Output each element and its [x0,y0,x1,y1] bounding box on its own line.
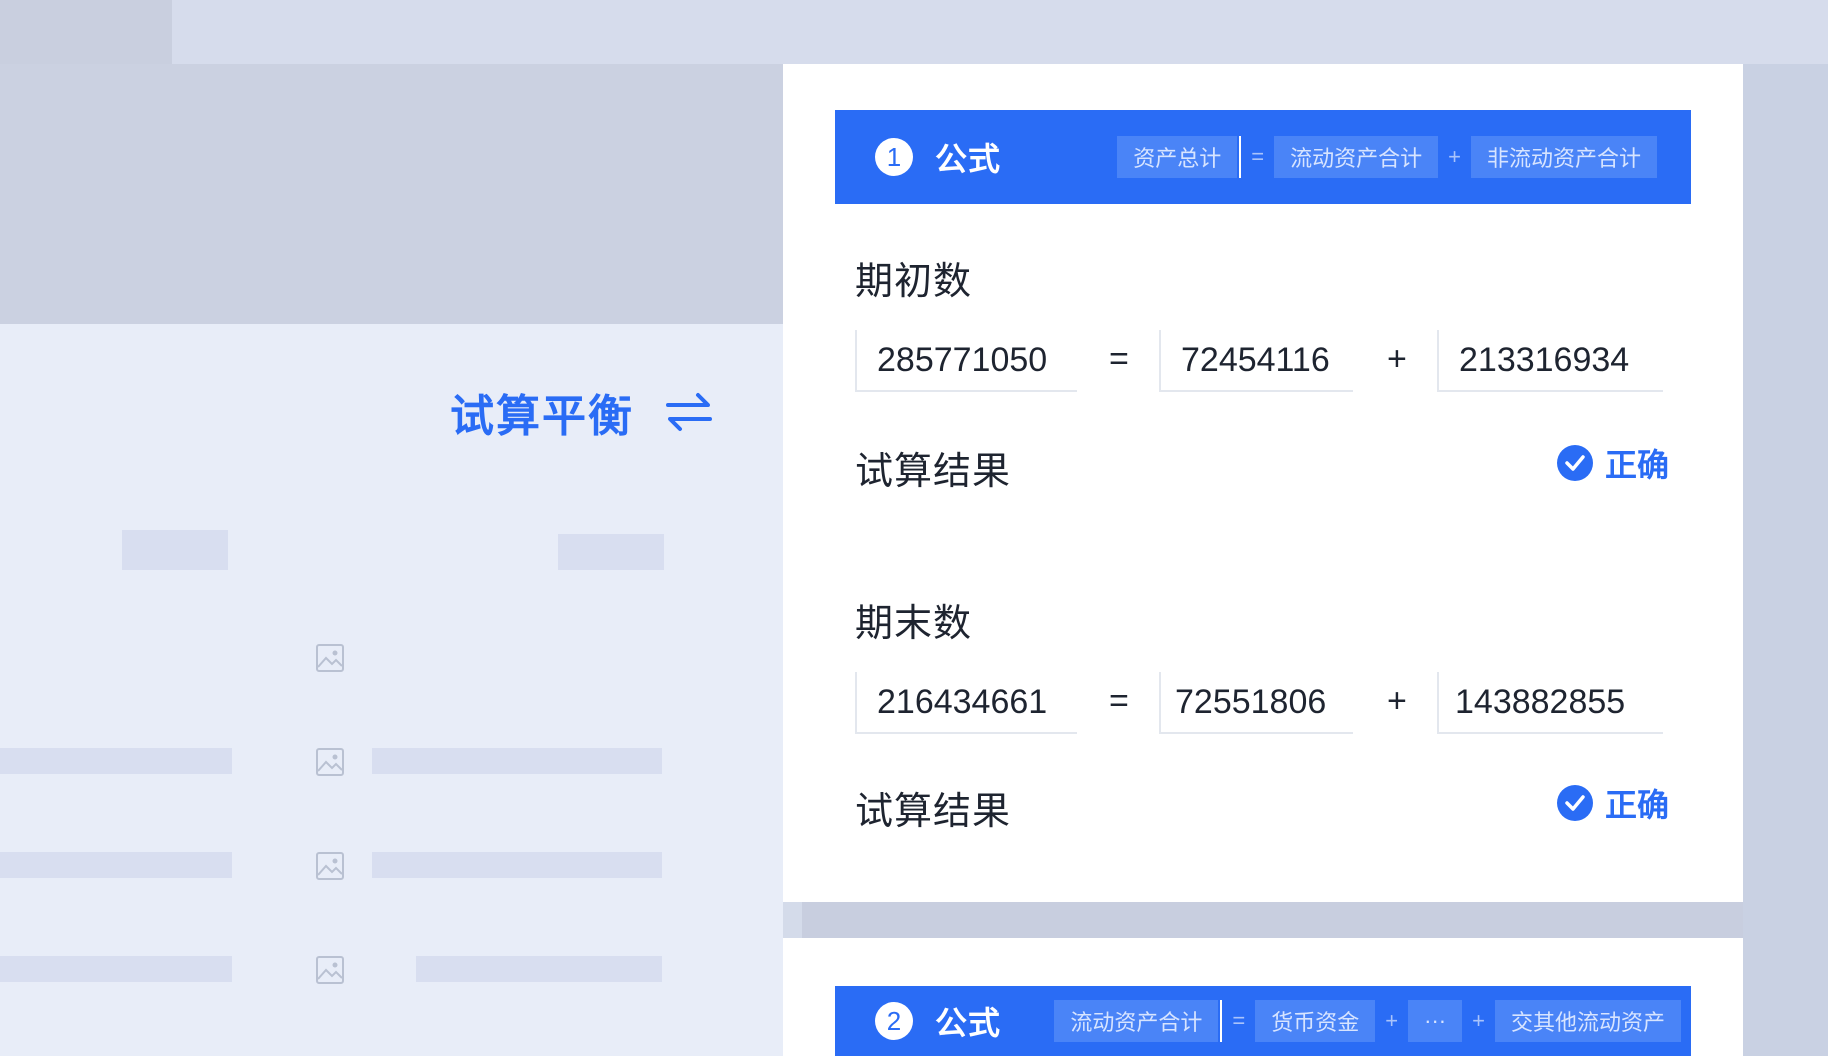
formula-token: 货币资金 [1255,1000,1376,1042]
formula-tokens: 资产总计 = 流动资产合计 + 非流动资产合计 [1117,136,1657,178]
formula-token: 流动资产合计 [1274,136,1439,178]
skeleton-header-left [122,530,228,570]
formula-card-2: 2 公式 流动资产合计 = 货币资金 + ··· + 交其他流动资产 [783,938,1743,1056]
cursor-divider [1220,1000,1223,1042]
closing-values: 216434661 = 72551806 + 143882855 [855,672,1671,734]
formula-label: 公式 [935,1005,1002,1041]
skeleton-bar [0,852,232,878]
skeleton-bar [372,852,662,878]
formula-operator: = [1251,144,1265,169]
skeleton-table [0,496,710,1056]
skeleton-bar [372,748,662,774]
equals-operator: = [1109,340,1129,378]
formula-token: ··· [1408,1000,1463,1042]
image-placeholder-icon [316,956,344,984]
image-placeholder-icon [316,644,344,672]
formula-token: 流动资产合计 [1054,1000,1219,1042]
closing-title: 期末数 [855,603,973,645]
opening-values: 285771050 = 72454116 + 213316934 [855,330,1671,392]
formula-label: 公式 [935,141,1002,177]
image-placeholder-icon [316,748,344,776]
closing-result-status: 正确 [1556,780,1669,826]
check-circle-icon [1556,785,1593,821]
swap-arrows-icon[interactable] [662,385,716,439]
equals-operator: = [1109,682,1129,720]
trial-balance-label: 试算平衡 [450,392,634,441]
background-block [0,0,172,64]
image-placeholder-icon [316,852,344,880]
formula-operator: + [1472,1008,1485,1033]
formula-header-1: 1 公式 资产总计 = 流动资产合计 + 非流动资产合计 [835,110,1691,204]
formula-card-1: 1 公式 资产总计 = 流动资产合计 + 非流动资产合计 期初数 2857710… [783,64,1743,902]
status-text: 正确 [1604,447,1669,483]
opening-result-status: 正确 [1556,440,1669,486]
cursor-divider [1239,136,1242,178]
card-divider [802,902,1743,938]
background-right [1743,64,1828,1056]
step-number-badge: 1 [875,138,913,176]
formula-token: 交其他流动资产 [1494,1000,1681,1042]
formula-operator: + [1385,1008,1399,1033]
formula-operator: = [1232,1008,1246,1033]
opening-result-label: 试算结果 [855,451,1012,493]
formula-operator: + [1448,144,1461,169]
background-top [0,0,1828,64]
closing-result-label: 试算结果 [855,791,1012,833]
formula-header-2: 2 公式 流动资产合计 = 货币资金 + ··· + 交其他流动资产 [835,986,1691,1056]
closing-total-value: 216434661 [855,672,1077,734]
closing-noncurrent-value: 143882855 [1437,672,1663,734]
opening-noncurrent-value: 213316934 [1437,330,1663,392]
formula-token: 非流动资产合计 [1470,136,1657,178]
plus-operator: + [1387,682,1407,720]
step-number-badge: 2 [875,1002,913,1040]
status-text: 正确 [1604,787,1669,823]
opening-title: 期初数 [855,261,973,303]
skeleton-bar [0,956,232,982]
check-circle-icon [1556,445,1593,481]
closing-current-value: 72551806 [1159,672,1353,734]
formula-tokens: 流动资产合计 = 货币资金 + ··· + 交其他流动资产 [1054,1000,1681,1042]
skeleton-bar [0,748,232,774]
opening-current-value: 72454116 [1159,330,1353,392]
formula-token: 资产总计 [1117,136,1238,178]
skeleton-header-right [558,534,664,570]
background-left-upper [0,64,783,324]
opening-total-value: 285771050 [855,330,1077,392]
trial-balance-title: 试算平衡 [450,380,716,444]
plus-operator: + [1387,340,1407,378]
skeleton-bar [416,956,662,982]
